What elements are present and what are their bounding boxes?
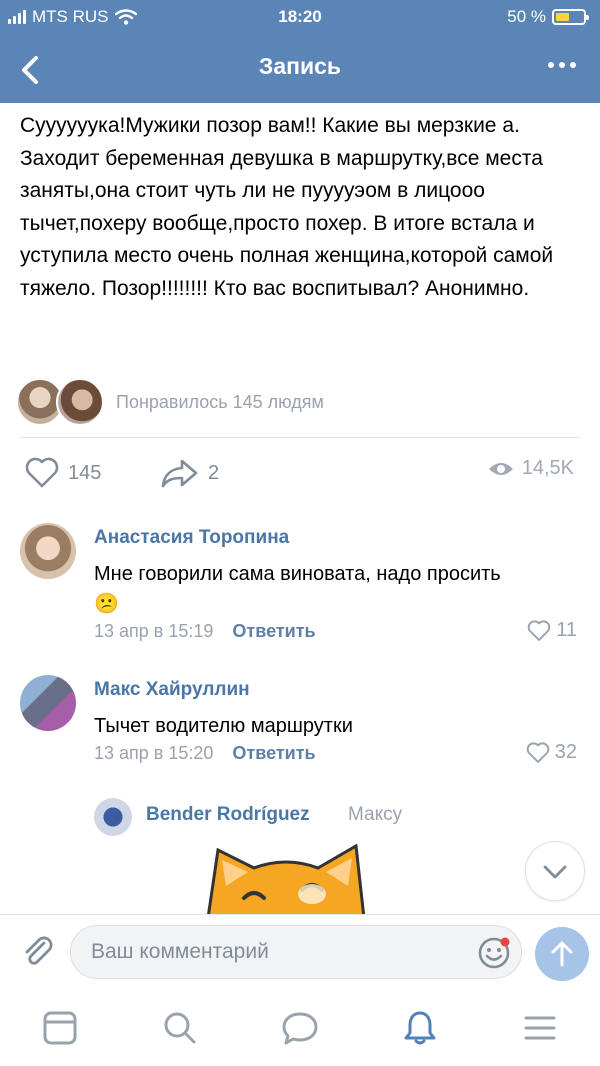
comment-like-button[interactable]: 32: [525, 741, 577, 764]
avatar[interactable]: [20, 675, 76, 731]
reply-to[interactable]: Максу: [348, 804, 402, 826]
comment: Анастасия Торопина Мне говорили сама вин…: [20, 523, 585, 653]
comment-input[interactable]: Ваш комментарий: [70, 925, 522, 979]
tab-bar: [0, 990, 600, 1066]
scroll-down-button[interactable]: [525, 841, 585, 901]
comment-input-placeholder: Ваш комментарий: [91, 940, 269, 963]
comment-composer: Ваш комментарий: [0, 914, 600, 991]
post-text: Суууууука!Мужики позор вам!! Какие вы ме…: [20, 114, 559, 300]
header: MTS RUS 18:20 50 % Запись: [0, 0, 600, 103]
search-icon[interactable]: [160, 1008, 200, 1048]
heart-icon: [527, 619, 551, 641]
reply-button[interactable]: Ответить: [232, 621, 315, 641]
paperclip-icon[interactable]: [18, 931, 58, 971]
liked-by-text[interactable]: Понравилось 145 людям: [116, 392, 324, 413]
share-icon: [161, 459, 198, 488]
comment-text: Мне говорили сама виновата, надо просить…: [94, 559, 584, 619]
send-button[interactable]: [535, 927, 589, 981]
reply-author[interactable]: Bender Rodríguez: [146, 804, 310, 826]
heart-icon: [526, 741, 550, 763]
chevron-down-icon: [543, 865, 567, 879]
avatar[interactable]: [94, 798, 132, 836]
liked-by-row[interactable]: Понравилось 145 людям: [16, 378, 586, 428]
comment-like-button[interactable]: 11: [526, 619, 577, 642]
status-bar: MTS RUS 18:20 50 %: [0, 0, 600, 34]
comment-like-count: 11: [556, 619, 577, 641]
eye-icon: [488, 462, 513, 475]
comment-like-count: 32: [554, 741, 577, 763]
notifications-icon[interactable]: [400, 1008, 440, 1048]
comment-text-body: Мне говорили сама виновата, надо просить: [94, 563, 501, 585]
confused-emoji-icon: 😕: [94, 593, 119, 615]
liker-avatar[interactable]: [56, 378, 104, 426]
views-count: 14,5K: [521, 457, 574, 479]
comment: Макс Хайруллин Тычет водителю маршрутки …: [20, 675, 585, 775]
messages-icon[interactable]: [280, 1008, 320, 1048]
post-actions: 145 2 14,5K: [20, 452, 580, 496]
share-count: 2: [208, 461, 220, 484]
comment-time: 13 апр в 15:19: [94, 621, 214, 641]
comment-text: Тычет водителю маршрутки: [94, 715, 353, 737]
share-button[interactable]: 2: [160, 457, 219, 489]
menu-icon[interactable]: [520, 1008, 560, 1048]
comment-time: 13 апр в 15:20: [94, 743, 214, 763]
comment-author[interactable]: Макс Хайруллин: [94, 679, 250, 701]
battery-icon: [552, 9, 589, 25]
arrow-up-icon: [551, 941, 573, 967]
avatar[interactable]: [20, 523, 76, 579]
reply-button[interactable]: Ответить: [232, 743, 315, 763]
heart-icon: [25, 457, 59, 488]
emoji-icon[interactable]: [477, 936, 511, 970]
like-button[interactable]: 145: [24, 457, 101, 489]
like-count: 145: [68, 461, 102, 484]
reply-comment: Bender Rodríguez Максу: [94, 798, 494, 838]
news-icon[interactable]: [40, 1008, 80, 1048]
nav-bar: Запись: [0, 40, 600, 96]
comment-meta: 13 апр в 15:19 Ответить: [94, 621, 316, 642]
page-title: Запись: [258, 53, 342, 79]
cat-sticker: [206, 843, 366, 918]
comment-author[interactable]: Анастасия Торопина: [94, 527, 289, 549]
battery-percent: 50 %: [507, 7, 546, 26]
divider: [20, 437, 580, 438]
more-icon[interactable]: [548, 62, 576, 68]
views-counter: 14,5K: [488, 457, 574, 480]
comment-meta: 13 апр в 15:20 Ответить: [94, 743, 316, 764]
